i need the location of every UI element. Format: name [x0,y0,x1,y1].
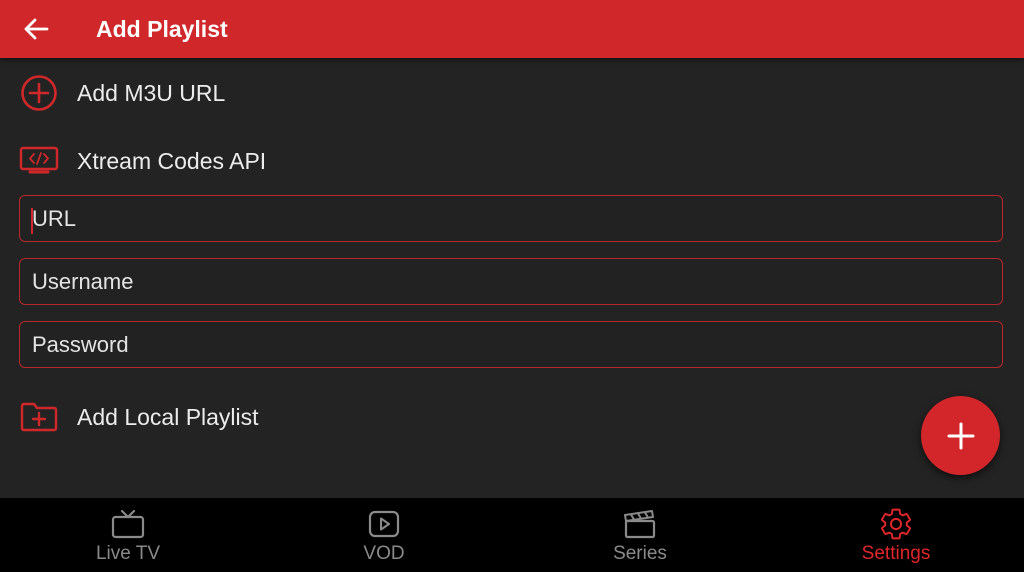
app-bar: Add Playlist [0,0,1024,58]
add-local-playlist-option[interactable]: Add Local Playlist [18,394,259,440]
add-m3u-url-label: Add M3U URL [77,79,226,106]
nav-live-tv-label: Live TV [95,543,161,564]
nav-series-label: Series [613,543,667,564]
nav-live-tv[interactable]: Live TV [68,498,188,572]
back-button[interactable] [18,12,54,46]
folder-plus-icon [18,396,60,438]
arrow-left-icon [24,18,49,40]
xtream-codes-api-label: Xtream Codes API [77,147,267,174]
username-input[interactable] [20,259,1002,304]
username-field[interactable] [19,258,1003,305]
nav-vod-label: VOD [363,543,405,564]
text-caret [31,208,33,234]
password-input[interactable] [20,322,1002,367]
clapperboard-icon [624,510,656,539]
password-field[interactable] [19,321,1003,368]
plus-circle-icon [18,72,60,114]
nav-settings[interactable]: Settings [836,498,956,572]
gear-icon [881,508,911,540]
nav-series[interactable]: Series [580,498,700,572]
url-field[interactable] [19,195,1003,242]
code-monitor-icon [18,140,60,182]
nav-vod[interactable]: VOD [324,498,444,572]
plus-icon [947,422,974,449]
add-m3u-url-option[interactable]: Add M3U URL [18,70,225,116]
add-local-playlist-label: Add Local Playlist [77,403,259,430]
nav-settings-label: Settings [861,543,931,564]
page-title: Add Playlist [96,16,228,42]
play-icon [368,510,400,538]
bottom-navigation: Live TV VOD Series Settings [0,498,1024,572]
add-fab-button[interactable] [921,396,1000,475]
xtream-codes-api-option[interactable]: Xtream Codes API [18,138,266,184]
url-input[interactable] [20,196,1002,241]
tv-icon [111,509,145,539]
